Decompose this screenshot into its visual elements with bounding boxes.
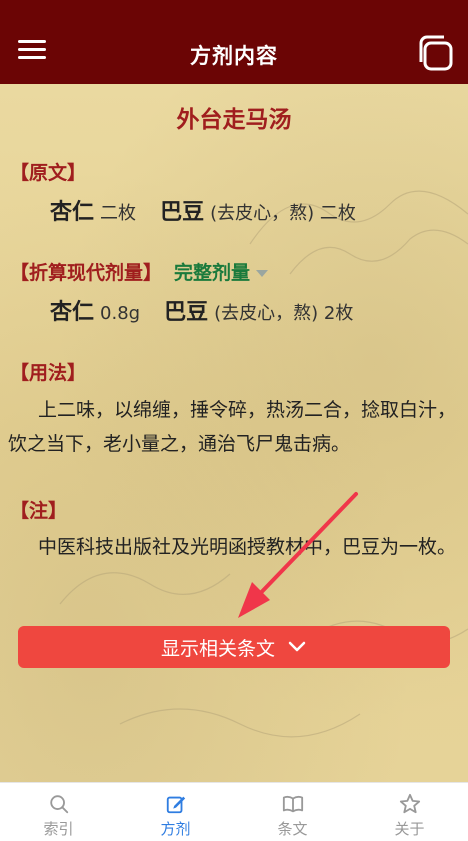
herb-dose: 二枚 (100, 203, 137, 224)
herb-dose: 0.8g (100, 303, 141, 324)
book-icon (282, 795, 303, 813)
modern-ingredients: 杏仁 0.8g 巴豆 (去皮心，熬) 2枚 (50, 294, 371, 326)
copy-button[interactable] (416, 34, 454, 72)
tab-label: 条文 (277, 820, 308, 838)
section-heading-original: 【原文】 (10, 162, 87, 184)
tab-label: 关于 (394, 820, 425, 838)
top-bar: 方剂内容 (0, 0, 468, 84)
note-text: 中医科技出版社及光明函授教材中，巴豆为一枚。 (38, 536, 457, 558)
herb-dose: (去皮心，熬) 2枚 (214, 303, 354, 324)
bottom-tab-bar: 索引 方剂 条文 关于 (0, 782, 468, 841)
herb-dose: (去皮心，熬) 二枚 (210, 203, 356, 224)
herb-name: 巴豆 (160, 200, 205, 225)
modern-heading-text: 【折算现代剂量】 (10, 262, 163, 284)
recipe-title: 外台走马汤 (176, 107, 292, 133)
herb-name: 杏仁 (50, 200, 95, 225)
section-heading-note: 【注】 (10, 500, 68, 522)
section-heading-usage: 【用法】 (10, 362, 87, 384)
full-dose-toggle[interactable]: 完整剂量 (174, 262, 269, 284)
tab-label: 方剂 (160, 820, 191, 838)
search-icon (49, 795, 68, 814)
tab-recipes[interactable]: 方剂 (117, 783, 234, 841)
tab-clauses[interactable]: 条文 (234, 783, 351, 841)
recipe-content[interactable]: 外台走马汤 【原文】 杏仁 二枚 巴豆 (去皮心，熬) 二枚 【折算现代剂量】 完整剂… (0, 84, 468, 782)
page-title: 方剂内容 (190, 44, 278, 68)
original-ingredients: 杏仁 二枚 巴豆 (去皮心，熬) 二枚 (50, 194, 374, 226)
show-related-label: 显示相关条文 (160, 637, 275, 660)
copy-icon (419, 35, 453, 71)
usage-text: 上二味，以绵缠，捶令碎，热汤二合，捻取白汁，饮之当下，老小量之，通治飞尸鬼击病。 (8, 399, 457, 455)
herb-name: 杏仁 (50, 300, 95, 325)
chevron-down-icon (288, 641, 306, 652)
star-icon (399, 793, 420, 814)
caret-down-icon (256, 270, 269, 277)
show-related-button[interactable]: 显示相关条文 (18, 626, 450, 668)
tab-about[interactable]: 关于 (351, 783, 468, 841)
herb-name: 巴豆 (164, 300, 209, 325)
section-heading-modern: 【折算现代剂量】 完整剂量 (10, 258, 269, 285)
tab-index[interactable]: 索引 (0, 783, 117, 841)
edit-icon (166, 796, 185, 814)
full-dose-label: 完整剂量 (174, 262, 251, 284)
tab-label: 索引 (43, 820, 74, 838)
